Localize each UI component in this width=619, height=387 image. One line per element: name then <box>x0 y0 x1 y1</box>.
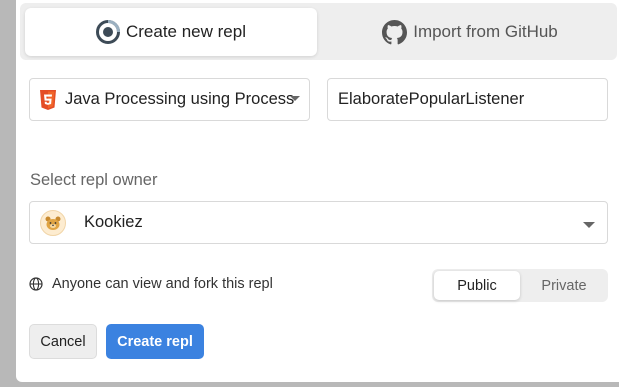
github-icon <box>382 19 408 45</box>
bear-avatar-icon <box>40 209 66 236</box>
tab-import-label: Import from GitHub <box>413 22 558 41</box>
tab-create-new-repl[interactable]: Create new repl <box>25 8 317 56</box>
visibility-description-text: Anyone can view and fork this repl <box>52 276 273 292</box>
chevron-down-icon <box>583 222 595 228</box>
repl-name-value: ElaboratePopularListener <box>338 90 525 108</box>
visibility-toggle: Public Private <box>432 269 608 302</box>
tab-create-label: Create new repl <box>125 22 246 41</box>
create-repl-button[interactable]: Create repl <box>106 324 204 359</box>
cancel-button[interactable]: Cancel <box>29 324 97 359</box>
replit-logo-icon <box>95 20 120 44</box>
template-select[interactable]: Java Processing using Processing <box>29 78 310 121</box>
owner-select[interactable]: Kookiez <box>29 201 608 244</box>
html5-icon <box>39 89 57 110</box>
tab-import-github[interactable]: Import from GitHub <box>325 8 615 56</box>
chevron-down-icon <box>290 96 300 101</box>
visibility-description: Anyone can view and fork this repl <box>29 276 273 292</box>
owner-label: Select repl owner <box>30 171 158 189</box>
source-tabs: Create new repl Import from GitHub <box>20 3 617 60</box>
private-option[interactable]: Private <box>522 271 606 300</box>
public-option[interactable]: Public <box>434 271 520 300</box>
owner-select-value: Kookiez <box>84 213 143 231</box>
repl-name-input[interactable]: ElaboratePopularListener <box>327 78 608 121</box>
globe-icon <box>29 277 43 291</box>
template-select-value: Java Processing using Processing <box>65 90 295 108</box>
